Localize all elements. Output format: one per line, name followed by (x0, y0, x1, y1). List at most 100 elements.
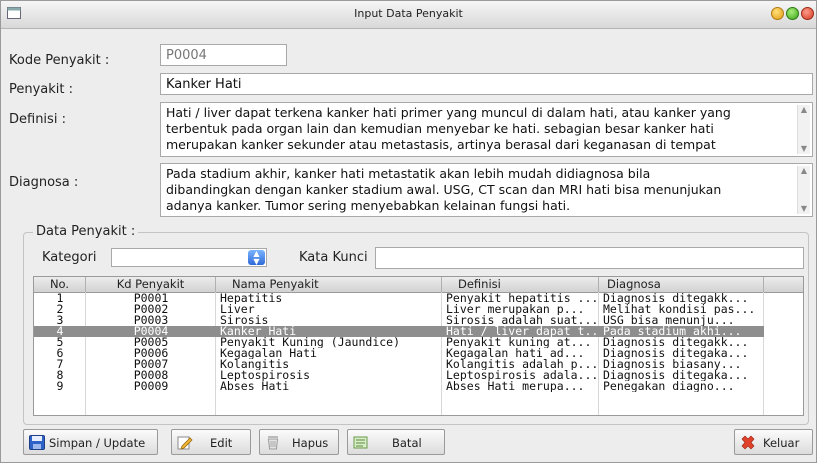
table-cell: Kanker Hati (220, 326, 297, 337)
col-kd-penyakit[interactable]: Kd Penyakit (86, 277, 216, 292)
kode-penyakit-field[interactable]: P0004 (160, 44, 287, 66)
table-cell: Kegagalan hati ad... (446, 348, 585, 359)
table-row[interactable]: 6 P0006 Kegagalan Hati Kegagalan hati ad...… (34, 348, 764, 359)
table-cell: Diagnosis ditegakk... (603, 293, 749, 304)
edit-button[interactable]: Edit (171, 429, 251, 455)
table-cell: 2 (56, 304, 64, 315)
diagnosa-line: adanya kanker. Tumor sering menyebabkan … (166, 198, 571, 213)
table-row[interactable]: 1 P0001 Hepatitis Penyakit hepatitis ... Dia… (34, 293, 764, 304)
col-filler (764, 277, 803, 292)
batal-label: Batal (392, 436, 422, 450)
scroll-down-icon[interactable]: ▼ (799, 144, 809, 154)
table-cell: Diagnosis ditegakk... (603, 337, 749, 348)
diagnosa-label: Diagnosa : (9, 175, 79, 190)
table-cell: 7 (56, 359, 64, 370)
definisi-line: Hati / liver dapat terkena kanker hati p… (166, 105, 731, 120)
table-cell: P0008 (133, 370, 169, 381)
table-cell: Liver merupakan p... (446, 304, 585, 315)
pencil-icon (177, 435, 193, 450)
data-penyakit-title: Data Penyakit : (33, 224, 139, 239)
penyakit-field[interactable]: Kanker Hati (160, 73, 813, 95)
table-cell: Leptospirosis adala... (446, 370, 599, 381)
kategori-label: Kategori (42, 250, 97, 265)
table-cell: Melihat kondisi pas... (603, 304, 756, 315)
table-row[interactable]: 4 P0004 Kanker Hati Hati / liver dapat t...… (34, 326, 764, 337)
floppy-disk-icon (29, 435, 45, 450)
hapus-button[interactable]: Hapus (259, 429, 339, 455)
table-cell: 6 (56, 348, 64, 359)
table-cell: P0007 (133, 359, 169, 370)
table-cell: 4 (56, 326, 64, 337)
edit-label: Edit (210, 436, 233, 450)
exit-x-icon (740, 435, 756, 450)
title-bar[interactable]: Input Data Penyakit (1, 1, 816, 29)
batal-button[interactable]: Batal (347, 429, 445, 455)
close-button[interactable] (801, 7, 814, 20)
table-cell: P0003 (133, 315, 169, 326)
table-cell: P0009 (133, 381, 169, 392)
table-cell: 9 (56, 381, 64, 392)
scroll-up-icon[interactable]: ▲ (799, 105, 809, 115)
table-cell: P0005 (133, 337, 169, 348)
table-cell: Kolangitis adalah p... (446, 359, 599, 370)
col-no[interactable]: No. (34, 277, 86, 292)
table-cell: Pada stadium akhi... (603, 326, 742, 337)
table-cell: 1 (56, 293, 64, 304)
keluar-label: Keluar (763, 436, 800, 450)
table-cell: P0006 (133, 348, 169, 359)
minimize-button[interactable] (771, 7, 784, 20)
table-cell: Penyakit Kuning (Jaundice) (220, 337, 401, 348)
table-row[interactable]: 5 P0005 Penyakit Kuning (Jaundice) Penyakit… (34, 337, 764, 348)
kata-kunci-input[interactable] (375, 247, 804, 269)
cancel-icon (353, 435, 369, 450)
definisi-scrollbar[interactable]: ▲ ▼ (797, 105, 810, 154)
table-cell: P0002 (133, 304, 169, 315)
table-cell: Abses Hati (220, 381, 290, 392)
kategori-select[interactable]: ▲ ▼ (111, 248, 267, 267)
table-cell: USG bisa menunju... (603, 315, 735, 326)
keluar-button[interactable]: Keluar (734, 429, 813, 455)
table-cell: Abses Hati merupa... (446, 381, 585, 392)
scroll-up-icon[interactable]: ▲ (799, 166, 809, 176)
table-cell: Diagnosis ditegaka... (603, 370, 749, 381)
scroll-down-icon[interactable]: ▼ (799, 204, 809, 214)
definisi-line: terbentuk pada organ lain dan kemudian m… (166, 121, 714, 136)
maximize-button[interactable] (786, 7, 799, 20)
col-diagnosa[interactable]: Diagnosa (599, 277, 764, 292)
simpan-update-button[interactable]: Simpan / Update (23, 429, 158, 455)
col-definisi[interactable]: Definisi (442, 277, 599, 292)
table-row[interactable]: 3 P0003 Sirosis Sirosis adalah suat... USG b… (34, 315, 764, 326)
table-cell: Sirosis (220, 315, 269, 326)
table-row[interactable]: 8 P0008 Leptospirosis Leptospirosis adala..… (34, 370, 764, 381)
table-cell: Hepatitis (220, 293, 283, 304)
penyakit-table[interactable]: No. Kd Penyakit Nama Penyakit Definisi D… (33, 276, 804, 416)
diagnosa-line: Pada stadium akhir, kanker hati metastat… (166, 166, 651, 181)
simpan-update-label: Simpan / Update (49, 436, 146, 450)
diagnosa-scrollbar[interactable]: ▲ ▼ (797, 166, 810, 214)
table-cell: P0004 (133, 326, 169, 337)
app-window: Input Data Penyakit Kode Penyakit : P000… (0, 0, 817, 463)
table-cell: Diagnosis ditegaka... (603, 348, 749, 359)
table-row[interactable]: 2 P0002 Liver Liver merupakan p... Melihat k… (34, 304, 764, 315)
table-cell: Liver (220, 304, 255, 315)
chevron-updown-icon[interactable]: ▲ ▼ (248, 250, 265, 266)
table-cell: Leptospirosis (220, 370, 311, 381)
table-row[interactable]: 9 P0009 Abses Hati Abses Hati merupa... Pene… (34, 381, 764, 392)
table-cell: Hati / liver dapat t... (446, 326, 599, 337)
table-cell: Sirosis adalah suat... (446, 315, 599, 326)
window-title: Input Data Penyakit (354, 7, 463, 20)
kata-kunci-label: Kata Kunci (299, 250, 368, 265)
hapus-label: Hapus (292, 436, 329, 450)
table-row[interactable]: 7 P0007 Kolangitis Kolangitis adalah p... Di… (34, 359, 764, 370)
col-nama-penyakit[interactable]: Nama Penyakit (216, 277, 442, 292)
trash-icon (265, 435, 281, 450)
table-cell: 5 (56, 337, 64, 348)
penyakit-label: Penyakit : (9, 82, 74, 97)
definisi-label: Definisi : (9, 112, 66, 127)
table-cell: Kolangitis (220, 359, 290, 370)
table-cell: P0001 (133, 293, 169, 304)
kode-penyakit-label: Kode Penyakit : (9, 53, 110, 68)
diagnosa-textarea[interactable]: Pada stadium akhir, kanker hati metastat… (160, 163, 813, 217)
definisi-textarea[interactable]: Hati / liver dapat terkena kanker hati p… (160, 102, 813, 157)
table-cell: Kegagalan Hati (220, 348, 317, 359)
